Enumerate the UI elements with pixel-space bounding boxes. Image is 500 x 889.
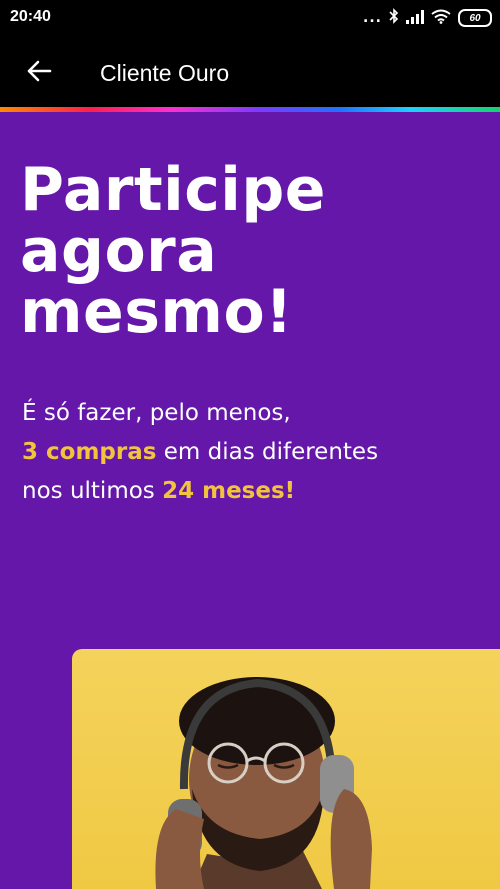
headline-line-3: mesmo! [20, 277, 294, 347]
subtitle-line-2-rest: em dias diferentes [156, 439, 379, 465]
notification-dots: ... [363, 10, 382, 26]
status-bar: 20:40 ... 60 [0, 0, 500, 36]
headline: Participe agora mesmo! [20, 160, 480, 343]
signal-icon [406, 9, 424, 28]
status-time: 20:40 [10, 8, 51, 25]
highlight-purchases: 3 compras [22, 439, 157, 465]
subtitle-line-3-prefix: nos ultimos [22, 478, 163, 504]
highlight-months: 24 meses! [162, 478, 296, 504]
status-icons: ... 60 [363, 8, 492, 28]
battery-icon: 60 [458, 9, 492, 27]
bluetooth-icon [389, 8, 399, 28]
wifi-icon [431, 9, 451, 28]
page-title: Cliente Ouro [100, 60, 230, 86]
headline-line-2: agora [20, 216, 218, 286]
promo-photo-card [72, 649, 500, 889]
rainbow-divider [0, 107, 500, 112]
man-with-headphones-photo [155, 677, 372, 889]
subtitle-line-3: nos ultimos 24 meses! [22, 472, 492, 511]
back-button[interactable] [22, 56, 56, 90]
subtitle: É só fazer, pelo menos, 3 compras em dia… [22, 394, 492, 511]
subtitle-line-2: 3 compras em dias diferentes [22, 433, 492, 472]
subtitle-line-1: É só fazer, pelo menos, [22, 400, 291, 426]
headline-line-1: Participe [20, 155, 326, 225]
app-bar: Cliente Ouro [0, 36, 500, 108]
arrow-left-icon [26, 60, 52, 86]
